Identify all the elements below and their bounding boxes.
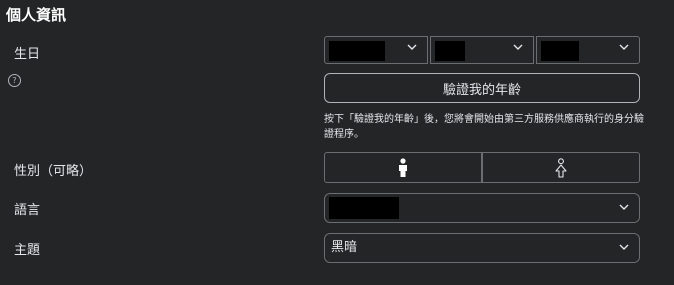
verify-age-note: 按下「驗證我的年齡」後，您將會開始由第三方服務供應商執行的身分驗證程序。 [324, 114, 644, 140]
theme-label: 主題 [14, 243, 41, 258]
gender-option-1[interactable] [324, 152, 482, 183]
person-outline-icon [555, 157, 567, 178]
birth-day-select[interactable] [536, 36, 640, 64]
chevron-down-icon [619, 44, 629, 50]
birth-year-select[interactable] [324, 36, 428, 64]
birthday-label: 生日 [14, 47, 41, 62]
theme-value: 黑暗 [331, 240, 358, 255]
redacted-value [329, 41, 385, 61]
gender-label: 性別（可略） [14, 164, 93, 179]
birth-month-select[interactable] [430, 36, 534, 64]
question-circle-icon[interactable]: ? [8, 74, 21, 87]
verify-age-button[interactable]: 驗證我的年齡 [324, 73, 640, 103]
chevron-down-icon [619, 244, 629, 250]
chevron-down-icon [407, 44, 417, 50]
language-label: 語言 [14, 203, 41, 218]
person-filled-icon [399, 157, 407, 177]
theme-select[interactable]: 黑暗 [324, 233, 640, 263]
language-select[interactable] [324, 193, 640, 223]
gender-option-2[interactable] [482, 152, 640, 183]
redacted-value [329, 197, 399, 219]
section-title: 個人資訊 [6, 6, 67, 24]
redacted-value [435, 41, 465, 61]
redacted-value [541, 41, 579, 61]
chevron-down-icon [513, 44, 523, 50]
chevron-down-icon [619, 204, 629, 210]
